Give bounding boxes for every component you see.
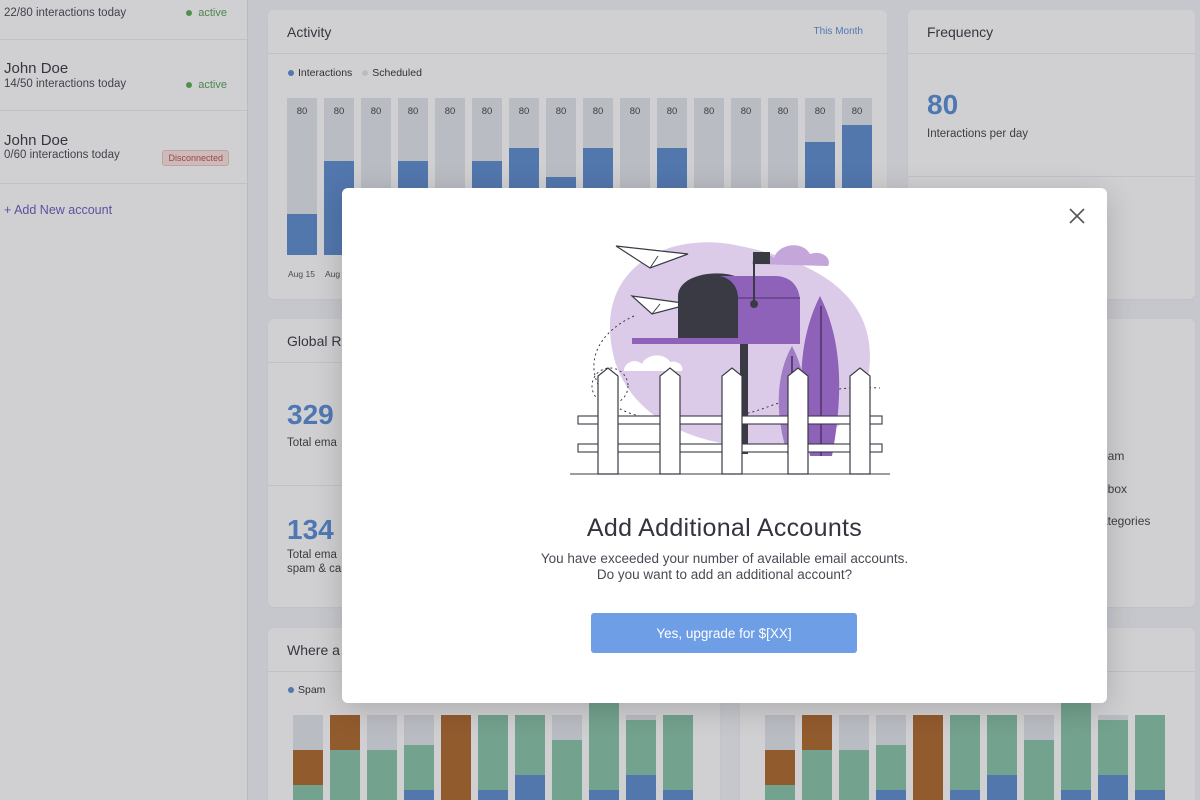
modal-message: You have exceeded your number of availab… bbox=[540, 551, 909, 566]
modal-message: Do you want to add an additional account… bbox=[596, 567, 853, 582]
mailbox-illustration bbox=[570, 242, 890, 475]
modal-title: Add Additional Accounts bbox=[586, 514, 863, 542]
upgrade-button[interactable]: Yes, upgrade for $[XX] bbox=[591, 613, 857, 653]
upgrade-modal: Add Additional Accounts You have exceede… bbox=[342, 188, 1107, 703]
close-icon[interactable] bbox=[1067, 206, 1087, 226]
